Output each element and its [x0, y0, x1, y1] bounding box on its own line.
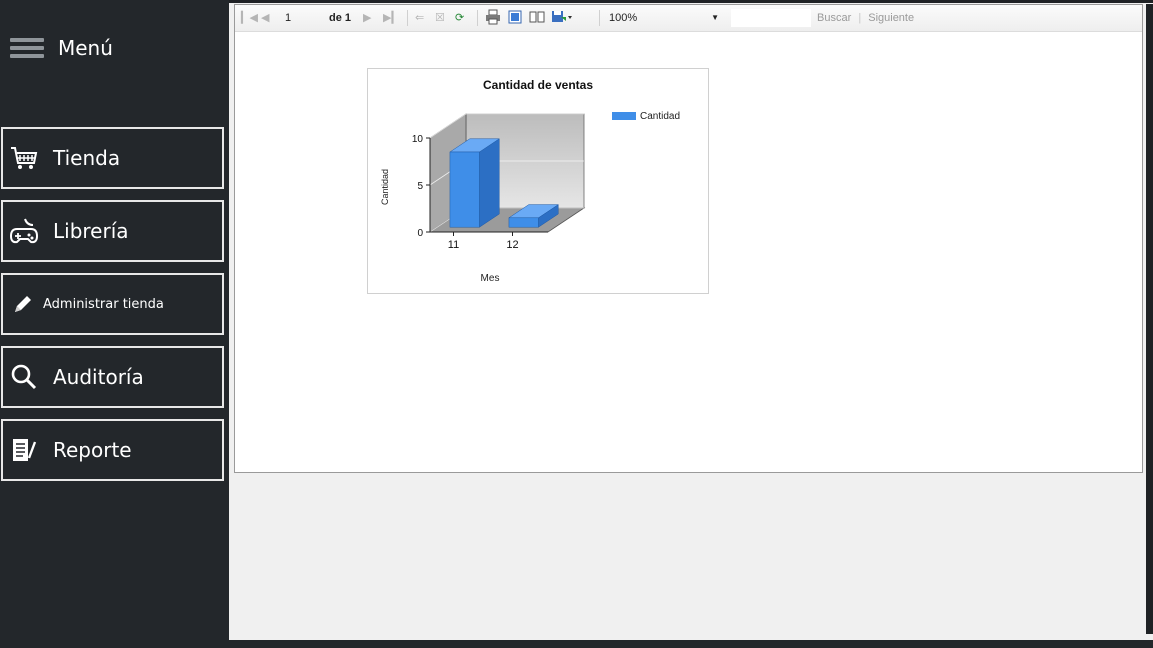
find-controls: Buscar | Siguiente — [817, 9, 914, 27]
first-page-icon[interactable]: ▎◀ — [241, 9, 258, 27]
bar — [508, 217, 539, 228]
y-axis-label: Cantidad — [380, 169, 390, 205]
x-tick-label: 11 — [448, 239, 459, 251]
nav-button-administrar-tienda[interactable]: Administrar tienda — [1, 273, 224, 335]
chart-title: Cantidad de ventas — [483, 78, 593, 92]
previous-page-icon[interactable]: ◀ — [261, 9, 269, 27]
nav-button-libreria[interactable]: Librería — [1, 200, 224, 262]
chevron-down-icon: ▼ — [711, 13, 719, 22]
nav-label-libreria: Librería — [53, 219, 129, 243]
nav-label-reporte: Reporte — [53, 438, 132, 462]
zoom-select[interactable]: 100% ▼ — [609, 9, 719, 27]
refresh-icon[interactable]: ⟳ — [455, 9, 464, 27]
nav-label-tienda: Tienda — [53, 146, 121, 170]
find-next-button[interactable]: Siguiente — [868, 12, 914, 24]
pencil-icon — [11, 289, 35, 319]
next-page-icon[interactable]: ▶ — [363, 9, 371, 27]
bar — [449, 151, 480, 228]
toolbar-separator — [599, 10, 600, 26]
print-layout-icon[interactable] — [507, 9, 523, 27]
export-icon[interactable] — [551, 9, 573, 27]
nav-label-auditoria: Auditoría — [53, 365, 144, 389]
find-separator: | — [858, 12, 862, 24]
back-icon[interactable]: ⇐ — [415, 9, 424, 27]
print-icon[interactable] — [485, 9, 501, 27]
hamburger-icon — [10, 38, 44, 58]
menu-toggle[interactable]: Menú — [10, 30, 113, 66]
y-tick-label: 10 — [412, 134, 424, 145]
legend-swatch — [612, 112, 636, 120]
search-icon — [9, 362, 39, 392]
last-page-icon[interactable]: ▶▎ — [383, 9, 400, 27]
nav-button-tienda[interactable]: Tienda — [1, 127, 224, 189]
page-setup-icon[interactable] — [529, 9, 545, 27]
report-icon — [9, 435, 39, 465]
page-number-input[interactable]: 1 — [285, 9, 325, 27]
bar-side — [479, 138, 500, 228]
menu-label: Menú — [58, 36, 113, 60]
report-toolbar: ▎◀ ◀ 1 de 1 ▶ ▶▎ ⇐ ☒ ⟳ 100% ▼ Buscar | S… — [235, 5, 1142, 32]
x-axis-label: Mes — [481, 273, 500, 284]
nav-label-administrar-tienda: Administrar tienda — [43, 296, 164, 312]
chart-container: Cantidad de ventas 0 5 10 11 12 Cantidad Can… — [367, 68, 709, 294]
find-button[interactable]: Buscar — [817, 12, 851, 24]
window-top-strip — [229, 0, 1153, 3]
legend-label: Cantidad — [640, 111, 680, 122]
gamepad-icon — [9, 216, 39, 246]
find-input[interactable] — [731, 9, 811, 27]
zoom-value: 100% — [609, 12, 638, 24]
cart-icon — [9, 143, 39, 173]
nav-button-auditoria[interactable]: Auditoría — [1, 346, 224, 408]
window-bottom-edge — [229, 640, 1153, 648]
window-right-edge — [1146, 4, 1153, 634]
stop-icon[interactable]: ☒ — [435, 9, 445, 27]
toolbar-separator — [477, 10, 478, 26]
sidebar: Menú Tienda Librería Administrar tienda … — [0, 0, 229, 648]
y-tick-label: 5 — [417, 181, 423, 192]
page-count-label: de 1 — [329, 12, 352, 24]
nav-button-reporte[interactable]: Reporte — [1, 419, 224, 481]
y-tick-label: 0 — [417, 228, 423, 239]
x-tick-label: 12 — [506, 239, 518, 251]
report-viewer: ▎◀ ◀ 1 de 1 ▶ ▶▎ ⇐ ☒ ⟳ 100% ▼ Buscar | S… — [234, 4, 1143, 473]
chart: Cantidad de ventas 0 5 10 11 12 Cantidad Can… — [380, 78, 680, 284]
toolbar-separator — [407, 10, 408, 26]
